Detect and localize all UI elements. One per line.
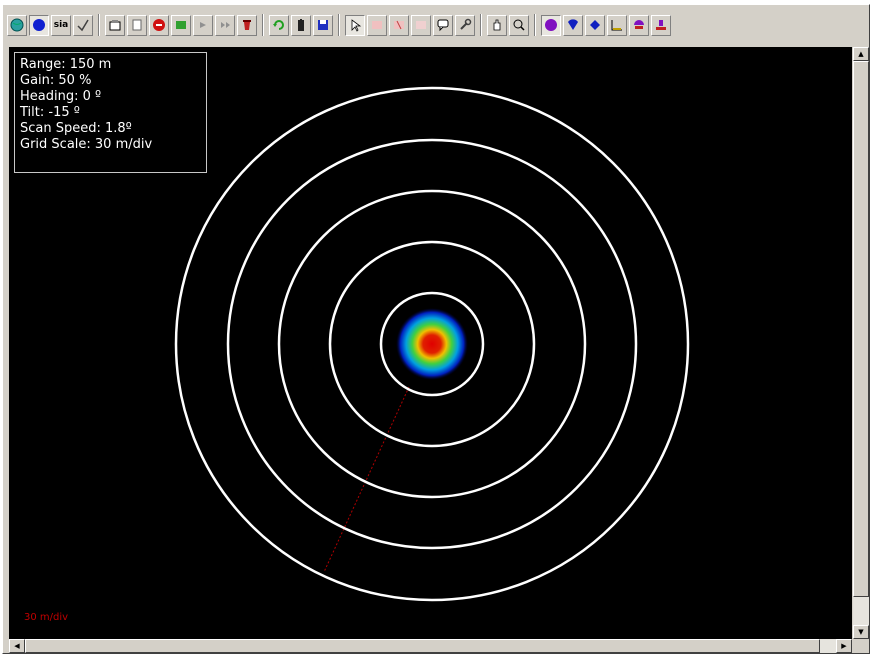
marker-icon[interactable] <box>389 14 409 36</box>
open-icon[interactable] <box>105 14 125 36</box>
toolbar-separator <box>262 14 264 36</box>
vertical-scrollbar[interactable]: ▲ ▼ <box>853 47 869 639</box>
zoom-icon[interactable] <box>509 14 529 36</box>
toolbar: sia <box>7 11 865 39</box>
vertical-scroll-thumb[interactable] <box>853 61 869 597</box>
toolbar-separator <box>480 14 482 36</box>
tilt-readout: Tilt: -15 º <box>20 105 80 120</box>
blue-circle-icon[interactable] <box>29 14 49 36</box>
record-icon[interactable] <box>171 14 191 36</box>
toolbar-separator <box>98 14 100 36</box>
toolbar-separator <box>338 14 340 36</box>
heading-readout: Heading: 0 º <box>20 89 102 104</box>
step-icon[interactable] <box>215 14 235 36</box>
scroll-right-button[interactable]: ▶ <box>836 639 852 653</box>
range-readout: Range: 150 m <box>20 57 112 72</box>
grid-scale-readout: Grid Scale: 30 m/div <box>20 137 153 152</box>
scan-speed-readout: Scan Speed: 1.8º <box>20 121 132 136</box>
comment-icon[interactable] <box>433 14 453 36</box>
sonar-target[interactable] <box>396 308 468 380</box>
horizontal-scrollbar[interactable]: ◀ ▶ <box>9 639 852 653</box>
check-icon[interactable] <box>73 14 93 36</box>
scroll-up-button[interactable]: ▲ <box>853 47 869 61</box>
sector-view-icon[interactable] <box>563 14 583 36</box>
transducer-icon[interactable] <box>651 14 671 36</box>
sonar-window: sia Range: 150 m Gain: 50 % Heading: 0 º… <box>2 4 870 654</box>
wrench-icon[interactable] <box>455 14 475 36</box>
refresh-icon[interactable] <box>269 14 289 36</box>
profile-view-icon[interactable] <box>607 14 627 36</box>
circle-view-icon[interactable] <box>541 14 561 36</box>
document-icon[interactable] <box>127 14 147 36</box>
stop-icon[interactable] <box>149 14 169 36</box>
toolbar-separator <box>534 14 536 36</box>
trash-icon[interactable] <box>237 14 257 36</box>
scroll-left-button[interactable]: ◀ <box>9 639 25 653</box>
globe-icon[interactable] <box>7 14 27 36</box>
save-icon[interactable] <box>313 14 333 36</box>
hand-icon[interactable] <box>487 14 507 36</box>
scale-label: 30 m/div <box>24 612 69 623</box>
text-button-label: sia <box>53 20 69 30</box>
horizontal-scroll-thumb[interactable] <box>25 639 820 653</box>
scroll-down-button[interactable]: ▼ <box>853 625 869 639</box>
scrollbar-corner <box>853 639 869 653</box>
side-view-icon[interactable] <box>585 14 605 36</box>
gain-readout: Gain: 50 % <box>20 73 92 88</box>
measure-icon[interactable] <box>367 14 387 36</box>
info-panel: Range: 150 m Gain: 50 % Heading: 0 º Til… <box>14 52 207 173</box>
pointer-icon[interactable] <box>345 14 365 36</box>
text-button-icon[interactable]: sia <box>51 14 71 36</box>
ruler-icon[interactable] <box>411 14 431 36</box>
battery-icon[interactable] <box>291 14 311 36</box>
sonar-display[interactable]: Range: 150 m Gain: 50 % Heading: 0 º Til… <box>9 47 852 639</box>
playback-icon[interactable] <box>193 14 213 36</box>
sonar-head-icon[interactable] <box>629 14 649 36</box>
